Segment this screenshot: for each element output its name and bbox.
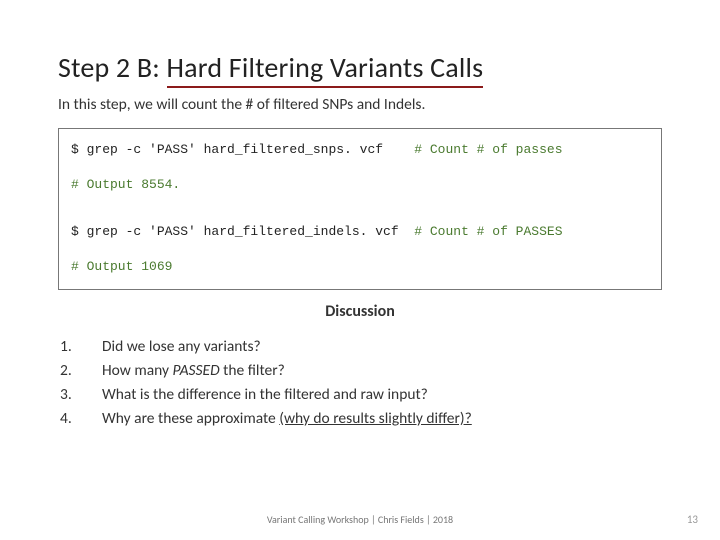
code-output-1: # Output 8554. (71, 177, 649, 194)
question-2: How many PASSED the filter? (102, 359, 472, 383)
title-underlined: Hard Filtering Variants Calls (167, 50, 484, 88)
question-numbers: 1. 2. 3. 4. (58, 335, 84, 431)
q4-part-b: (why do results slightly differ)? (279, 409, 472, 428)
question-4: Why are these approximate (why do result… (102, 407, 472, 431)
q2-part-a: How many (102, 361, 173, 380)
question-1: Did we lose any variants? (102, 335, 472, 359)
slide-subtitle: In this step, we will count the # of fil… (58, 95, 662, 114)
q4-part-a: Why are these approximate (102, 409, 279, 428)
code-cmd-1: $ grep -c 'PASS' hard_filtered_snps. vcf (71, 142, 414, 157)
code-line-2: $ grep -c 'PASS' hard_filtered_indels. v… (71, 224, 649, 241)
code-line-1: $ grep -c 'PASS' hard_filtered_snps. vcf… (71, 142, 649, 159)
code-cmd-2: $ grep -c 'PASS' hard_filtered_indels. v… (71, 224, 414, 239)
q2-part-b: PASSED (173, 361, 220, 380)
question-items: Did we lose any variants? How many PASSE… (102, 335, 472, 431)
code-gap (71, 244, 649, 256)
code-comment-2: # Count # of PASSES (414, 224, 562, 239)
code-output-2: # Output 1069 (71, 259, 649, 276)
code-gap (71, 162, 649, 174)
code-gap (71, 209, 649, 221)
qnum-4: 4. (60, 407, 84, 431)
code-comment-1: # Count # of passes (414, 142, 562, 157)
q2-part-c: the filter? (220, 361, 285, 380)
page-number: 13 (687, 513, 698, 526)
question-3: What is the difference in the filtered a… (102, 383, 472, 407)
code-block: $ grep -c 'PASS' hard_filtered_snps. vcf… (58, 128, 662, 290)
discussion-header: Discussion (58, 302, 662, 321)
question-list: 1. 2. 3. 4. Did we lose any variants? Ho… (58, 335, 662, 431)
qnum-3: 3. (60, 383, 84, 407)
title-prefix: Step 2 B: (58, 50, 167, 85)
qnum-1: 1. (60, 335, 84, 359)
code-gap (71, 197, 649, 209)
slide-footer: Variant Calling Workshop | Chris Fields … (0, 513, 720, 526)
slide-title: Step 2 B: Hard Filtering Variants Calls (58, 50, 662, 85)
qnum-2: 2. (60, 359, 84, 383)
